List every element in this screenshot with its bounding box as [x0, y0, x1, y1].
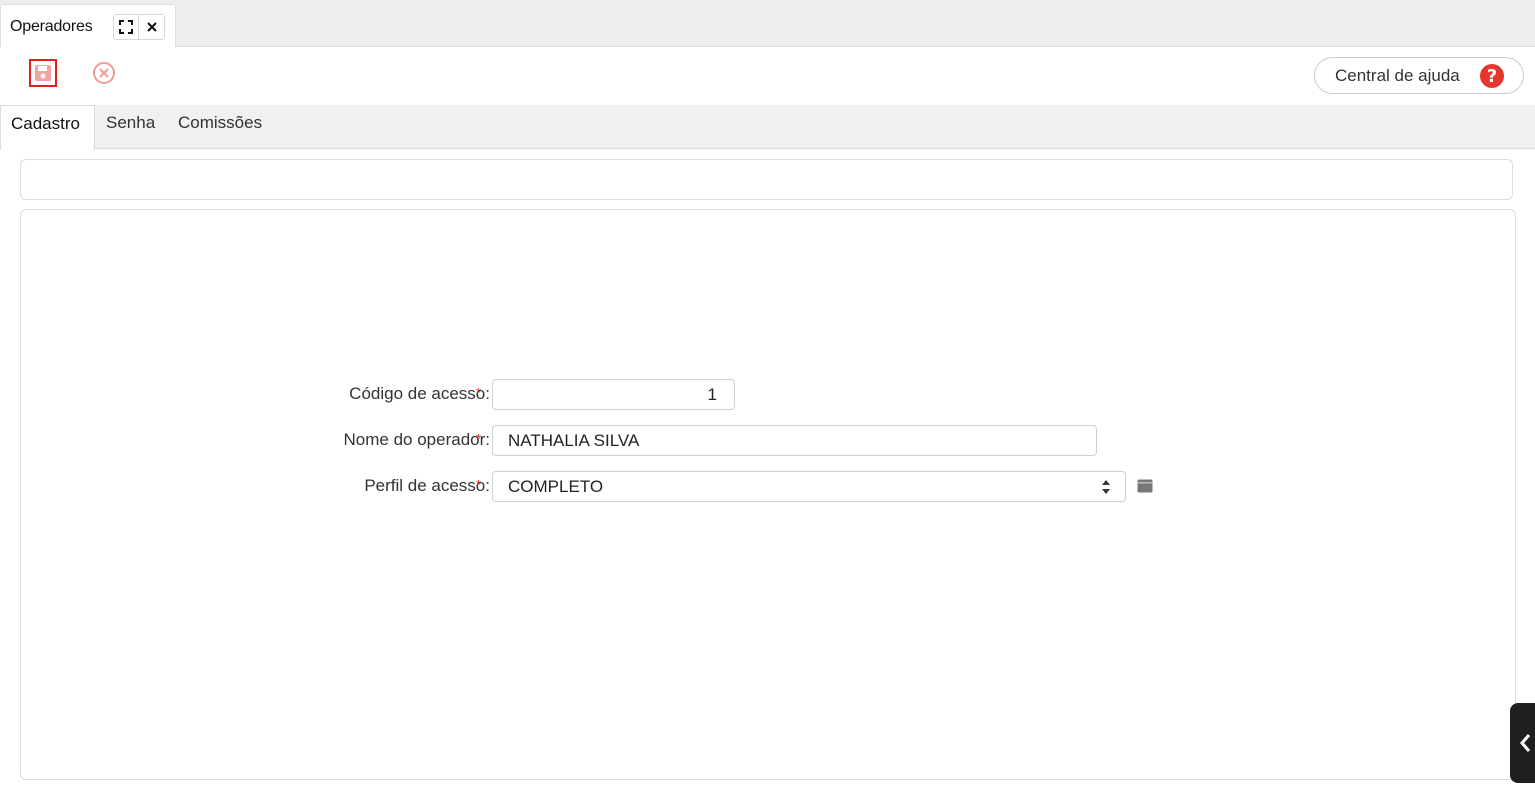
tab-cadastro[interactable]: Cadastro	[0, 105, 95, 150]
codigo-required-mark: *	[476, 385, 482, 400]
help-center-button[interactable]: Central de ajuda ?	[1314, 57, 1524, 94]
chevron-left-icon	[1520, 734, 1531, 752]
codigo-label: Código de acesso:	[349, 384, 490, 403]
nome-label: Nome do operador:	[343, 430, 490, 449]
info-panel	[20, 159, 1513, 200]
close-icon[interactable]	[139, 14, 165, 40]
card-icon[interactable]	[1137, 479, 1153, 493]
perfil-select[interactable]: COMPLETO	[492, 471, 1126, 502]
section-tabs: Cadastro Senha Comissões	[0, 105, 1535, 150]
question-icon: ?	[1480, 64, 1504, 88]
codigo-input[interactable]: 1	[492, 379, 735, 410]
perfil-required-mark: *	[476, 477, 482, 492]
window-tab-title: Operadores	[10, 18, 93, 35]
tab-senha[interactable]: Senha	[106, 105, 155, 149]
nome-required-mark: *	[476, 431, 482, 446]
toolbar: Central de ajuda ?	[0, 47, 1535, 105]
perfil-value: COMPLETO	[508, 476, 604, 496]
window-tab-bar: Operadores	[0, 0, 1535, 47]
save-button[interactable]	[29, 59, 57, 87]
tab-comissoes[interactable]: Comissões	[178, 105, 262, 149]
nome-value: NATHALIA SILVA	[508, 430, 640, 450]
expand-icon[interactable]	[113, 14, 139, 40]
perfil-label: Perfil de acesso:	[364, 476, 490, 495]
window-tab-operadores[interactable]: Operadores	[0, 4, 176, 47]
form-panel: Código de acesso: * 1 Nome do operador: …	[20, 209, 1516, 780]
select-arrows-icon	[1102, 480, 1110, 494]
help-center-label: Central de ajuda	[1335, 65, 1460, 85]
codigo-value: 1	[707, 384, 717, 404]
floppy-disk-icon	[35, 65, 51, 81]
nome-input[interactable]: NATHALIA SILVA	[492, 425, 1097, 456]
drawer-toggle-button[interactable]	[1510, 703, 1535, 783]
app-window: Operadores Central de ajuda ? Cadastro S…	[0, 0, 1535, 804]
cancel-button[interactable]	[92, 61, 116, 85]
cancel-circle-icon	[93, 62, 115, 84]
